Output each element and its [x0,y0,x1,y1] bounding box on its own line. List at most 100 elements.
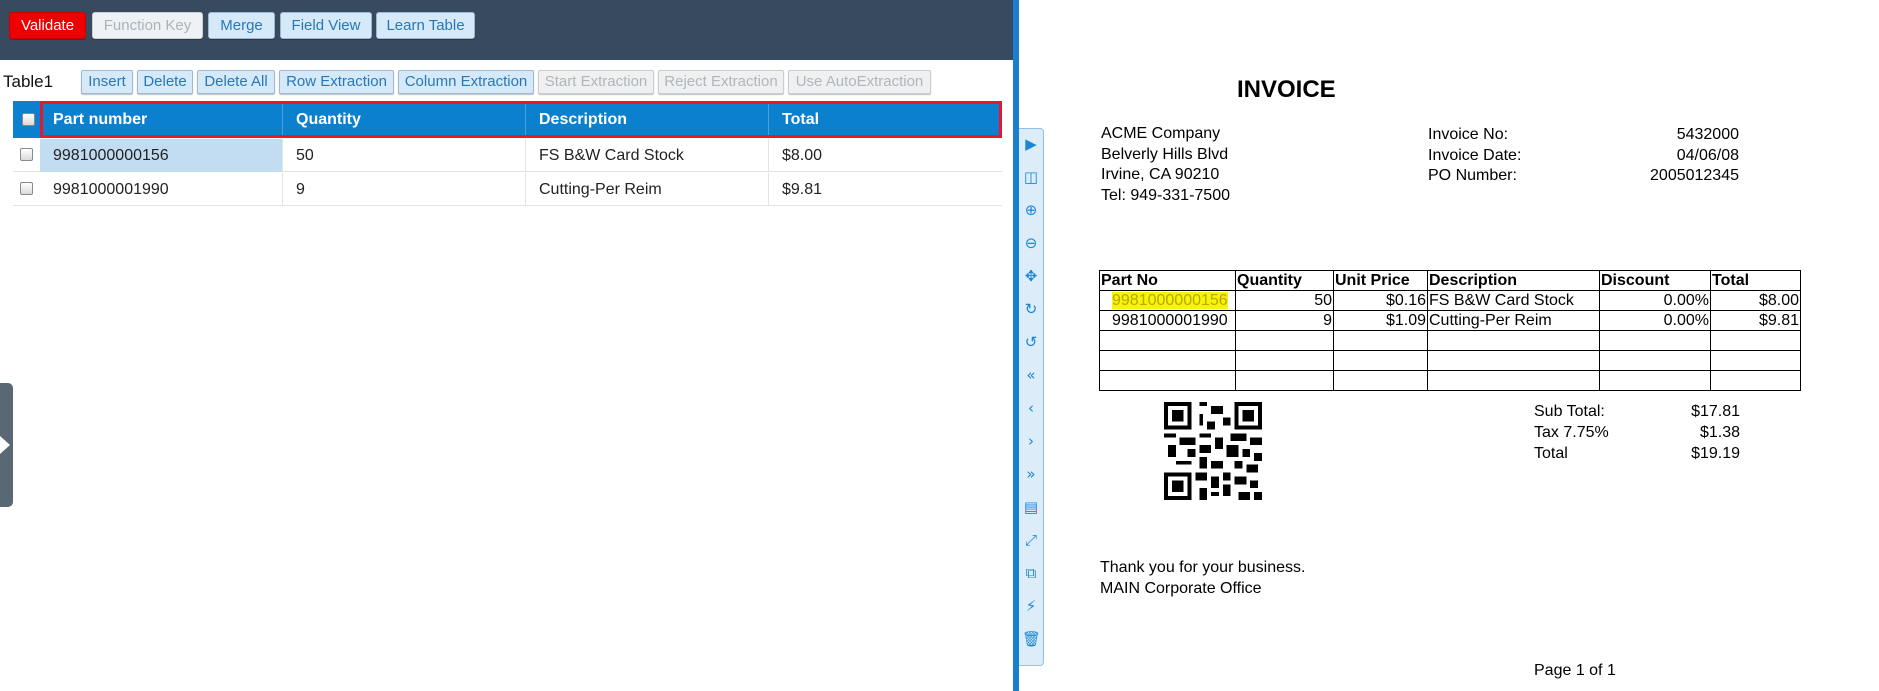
invoice-discount: 0.00% [1599,290,1711,311]
copy-icon[interactable]: ⧉ [1022,564,1040,582]
row-checkbox[interactable] [20,148,33,161]
invoice-date-label: Invoice Date: [1428,147,1522,164]
invoice-line-items: Part No Quantity Unit Price Description … [1099,270,1801,391]
invoice-title: INVOICE [1237,76,1336,103]
document-viewer: INVOICE ACME Company Belverly Hills Blvd… [1044,0,1879,691]
trash-icon[interactable]: 🗑 [1022,630,1041,648]
qr-code [1164,402,1262,500]
last-page-icon[interactable]: » [1022,465,1040,483]
company-street: Belverly Hills Blvd [1101,146,1229,163]
function-key-button[interactable]: Function Key [92,12,203,39]
invoice-qty: 50 [1235,290,1334,311]
plug-icon[interactable]: ⚡ [1022,597,1040,615]
invoice-no-value: 5432000 [1676,126,1739,143]
office-note: MAIN Corporate Office [1100,580,1262,597]
invoice-col-unit-price: Unit Price [1333,270,1428,291]
invoice-line: 9981000000156 50 $0.16 FS B&W Card Stock… [1099,290,1801,311]
cell-quantity[interactable]: 50 [283,139,526,172]
cell-quantity[interactable]: 9 [283,173,526,206]
column-header-quantity[interactable]: Quantity [283,101,526,138]
invoice-col-total: Total [1710,270,1801,291]
validate-button[interactable]: Validate [9,12,86,39]
cell-description[interactable]: FS B&W Card Stock [526,139,769,172]
invoice-discount: 0.00% [1599,310,1711,331]
invoice-empty-line [1099,350,1801,371]
column-header-description[interactable]: Description [526,101,769,138]
column-header-part-number[interactable]: Part number [40,101,283,138]
subtotal-value: $17.81 [1691,403,1740,420]
invoice-empty-line [1099,330,1801,351]
expand-panel-tab[interactable] [0,383,13,507]
invoice-line: 9981000001990 9 $1.09 Cutting-Per Reim 0… [1099,310,1801,331]
invoice-total: $8.00 [1710,290,1801,311]
zoom-out-icon[interactable]: ⊖ [1022,234,1040,252]
po-number-label: PO Number: [1428,167,1517,184]
company-tel: Tel: 949-331-7500 [1101,187,1230,204]
zoom-in-icon[interactable]: ⊕ [1022,201,1040,219]
main-toolbar: Validate Function Key Merge Field View L… [0,0,1013,60]
cell-description[interactable]: Cutting-Per Reim [526,173,769,206]
next-page-icon[interactable]: › [1022,432,1040,450]
invoice-col-part-no: Part No [1099,270,1236,291]
invoice-part-no: 9981000001990 [1099,310,1236,331]
rotate-ccw-icon[interactable]: ↺ [1022,333,1040,351]
column-header-total[interactable]: Total [769,101,1002,138]
play-icon[interactable]: ▶ [1022,135,1040,153]
rotate-cw-icon[interactable]: ↻ [1022,300,1040,318]
chevron-right-icon [0,436,10,454]
invoice-unit-price: $0.16 [1333,290,1428,311]
learn-table-button[interactable]: Learn Table [376,12,475,39]
select-all-checkbox[interactable] [22,113,35,126]
company-name: ACME Company [1101,125,1221,142]
table-row[interactable]: 9981000001990 9 Cutting-Per Reim $9.81 [13,173,1002,206]
company-city: Irvine, CA 90210 [1101,166,1220,183]
table-row[interactable]: 9981000000156 50 FS B&W Card Stock $8.00 [13,139,1002,172]
start-extraction-button[interactable]: Start Extraction [538,70,654,94]
invoice-col-description: Description [1427,270,1600,291]
document-icon[interactable]: ▤ [1022,498,1040,516]
invoice-total: $9.81 [1710,310,1801,331]
invoice-table-header: Part No Quantity Unit Price Description … [1099,270,1801,291]
invoice-date-value: 04/06/08 [1676,147,1739,164]
first-page-icon[interactable]: « [1022,366,1040,384]
tax-value: $1.38 [1699,424,1740,441]
viewer-toolbar: ▶ ◫ ⊕ ⊖ ✥ ↻ ↺ « ‹ › » ▤ ⤢ ⧉ ⚡ 🗑 [1019,128,1044,666]
reject-extraction-button[interactable]: Reject Extraction [658,70,784,94]
delete-all-button[interactable]: Delete All [197,70,275,94]
field-view-button[interactable]: Field View [280,12,372,39]
split-view-icon[interactable]: ◫ [1022,168,1040,186]
delete-button[interactable]: Delete [137,70,193,94]
invoice-desc: Cutting-Per Reim [1427,310,1600,331]
tax-label: Tax 7.75% [1534,424,1609,441]
invoice-col-quantity: Quantity [1235,270,1334,291]
column-extraction-button[interactable]: Column Extraction [398,70,534,94]
invoice-no-label: Invoice No: [1428,126,1509,143]
use-autoextraction-button[interactable]: Use AutoExtraction [788,70,931,94]
invoice-col-discount: Discount [1599,270,1711,291]
total-label: Total [1534,445,1568,462]
thank-you-note: Thank you for your business. [1100,559,1306,576]
row-extraction-button[interactable]: Row Extraction [279,70,394,94]
left-pane: Validate Function Key Merge Field View L… [0,0,1013,691]
invoice-qty: 9 [1235,310,1334,331]
page-indicator: Page 1 of 1 [1534,662,1616,679]
app-window: Validate Function Key Merge Field View L… [0,0,1879,691]
po-number-value: 2005012345 [1650,167,1739,184]
extraction-highlight: 9981000000156 [1112,291,1228,309]
fit-icon[interactable]: ⤢ [1022,531,1040,549]
insert-button[interactable]: Insert [81,70,133,94]
invoice-desc: FS B&W Card Stock [1427,290,1600,311]
cell-part-number[interactable]: 9981000001990 [40,173,283,206]
row-checkbox[interactable] [20,182,33,195]
cell-part-number[interactable]: 9981000000156 [40,139,283,172]
invoice-part-no: 9981000000156 [1099,290,1236,311]
cell-total[interactable]: $8.00 [769,139,1002,172]
subtotal-label: Sub Total: [1534,403,1605,420]
pan-icon[interactable]: ✥ [1022,267,1040,285]
cell-total[interactable]: $9.81 [769,173,1002,206]
total-value: $19.19 [1691,445,1740,462]
invoice-unit-price: $1.09 [1333,310,1428,331]
table-title: Table1 [3,72,54,91]
merge-button[interactable]: Merge [208,12,275,39]
prev-page-icon[interactable]: ‹ [1022,399,1040,417]
